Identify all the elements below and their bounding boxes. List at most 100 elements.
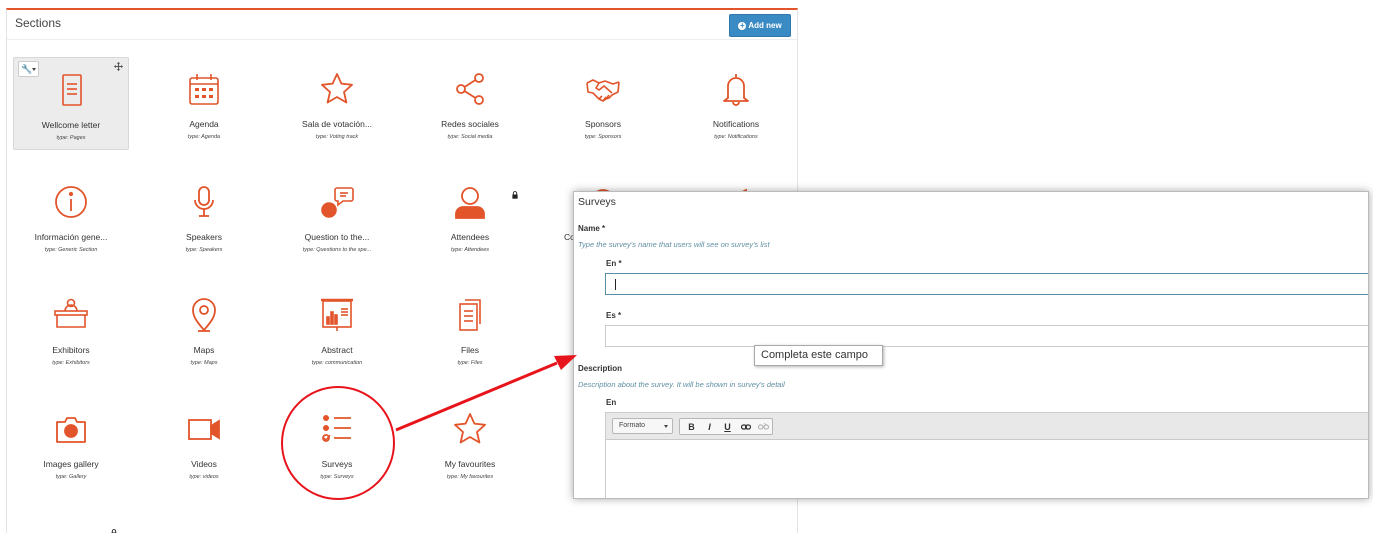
chevron-down-icon (664, 425, 668, 428)
tile-name: Exhibitors (52, 345, 90, 355)
tile-name: My favourites (444, 459, 496, 469)
section-tile-images-gallery[interactable]: Images gallery type: Gallery (13, 397, 129, 490)
surveys-dialog: Surveys Name * Type the survey's name th… (573, 191, 1369, 499)
tile-name: Notifications (712, 119, 760, 129)
editor-toolbar: Formato B I U (606, 413, 1368, 440)
section-tile-agenda[interactable]: Agenda type: Agenda (146, 57, 262, 150)
tile-type: type: Notifications (714, 134, 758, 140)
tile-type: type: Maps (190, 360, 218, 366)
format-select[interactable]: Formato (612, 418, 673, 434)
section-tile-abstract[interactable]: Abstract type: communication (279, 283, 395, 376)
info-icon (53, 184, 89, 220)
name-help-text: Type the survey's name that users will s… (578, 240, 770, 249)
share-icon (452, 71, 488, 107)
tile-name: Attendees (450, 232, 490, 242)
tile-type: type: Gallery (55, 474, 87, 480)
name-es-field[interactable] (606, 326, 1368, 346)
plus-circle-icon: + (738, 20, 747, 30)
tile-name: Videos (191, 459, 217, 469)
tile-name: Question to the... (304, 232, 370, 242)
tile-type: type: Files (457, 360, 483, 366)
name-en-label: En * (606, 259, 622, 268)
section-tile-redes-sociales[interactable]: Redes sociales type: Social media (412, 57, 528, 150)
microphone-icon (186, 184, 222, 220)
unlink-button[interactable] (755, 420, 772, 434)
presentation-icon (319, 297, 355, 333)
editor-body[interactable] (606, 440, 1368, 498)
section-tile-maps[interactable]: Maps type: Maps (146, 283, 262, 376)
add-new-button[interactable]: + Add new (729, 14, 791, 37)
validation-tooltip: Completa este campo (754, 345, 883, 366)
bell-icon (718, 71, 754, 107)
section-tile-my-favourites[interactable]: My favourites type: My favourites (412, 397, 528, 490)
section-tile-question-to-the[interactable]: Question to the... type: Questions to th… (279, 170, 395, 263)
section-tile-sala-de-votacion[interactable]: Sala de votación... type: Voting track (279, 57, 395, 150)
tile-name: Abstract (321, 345, 353, 355)
move-icon[interactable] (114, 62, 123, 71)
dialog-title: Surveys (578, 196, 616, 208)
tile-type: type: Attendees (450, 247, 490, 253)
person-icon (452, 184, 488, 220)
tile-type: type: Pages (56, 135, 86, 141)
files-icon (452, 297, 488, 333)
section-tile-videos[interactable]: Videos type: videos (146, 397, 262, 490)
tile-name: Agenda (189, 119, 219, 129)
section-tile-speakers[interactable]: Speakers type: Speakers (146, 170, 262, 263)
star-icon (452, 411, 488, 447)
section-tile-informacion-general[interactable]: Información gene... type: Generic Sectio… (13, 170, 129, 263)
section-tile-partial[interactable] (13, 510, 129, 533)
tile-name: Sala de votación... (302, 119, 372, 129)
section-tile-notifications[interactable]: Notifications type: Notifications (678, 57, 794, 150)
tile-name: Wellcome letter (41, 120, 101, 130)
panel-title: Sections (15, 16, 62, 30)
name-label: Name * (578, 224, 606, 233)
tile-name: Maps (193, 345, 215, 355)
tile-type: type: Sponsors (584, 134, 622, 140)
tile-type: type: Questions to the spe... (302, 247, 372, 253)
survey-list-icon (319, 411, 355, 447)
section-tile-wellcome-letter[interactable]: 🔧 Wellcome letter type: Pages (13, 57, 129, 150)
handshake-icon (585, 71, 621, 107)
tile-name: Speakers (186, 232, 222, 242)
description-en-label: En (606, 398, 617, 407)
wrench-dropdown-button[interactable]: 🔧 (18, 61, 39, 77)
tile-type: type: communication (311, 360, 363, 366)
tile-type: type: Exhibitors (52, 360, 90, 366)
lock-icon (512, 186, 518, 199)
tile-type: type: Surveys (320, 474, 354, 480)
description-en-editor: Formato B I U (605, 412, 1368, 498)
tile-type: type: Agenda (187, 134, 221, 140)
tile-name: Surveys (321, 459, 353, 469)
tile-type: type: Social media (447, 134, 493, 140)
lock-icon (111, 524, 117, 533)
star-icon (319, 71, 355, 107)
section-tile-sponsors[interactable]: Sponsors type: Sponsors (545, 57, 661, 150)
name-en-field[interactable] (606, 274, 1368, 294)
question-bubble-icon (319, 184, 355, 220)
calendar-icon (186, 71, 222, 107)
description-label: Description (578, 364, 623, 373)
underline-button[interactable]: U (719, 420, 736, 434)
format-button-group: B I U (679, 418, 773, 435)
bold-button[interactable]: B (683, 420, 700, 434)
section-tile-exhibitors[interactable]: Exhibitors type: Exhibitors (13, 283, 129, 376)
tile-type: type: Speakers (185, 247, 223, 253)
name-es-input[interactable] (605, 325, 1368, 347)
unlink-icon (758, 422, 769, 429)
text-cursor (615, 279, 616, 290)
section-tile-attendees[interactable]: Attendees type: Attendees (412, 170, 528, 263)
section-tile-surveys[interactable]: Surveys type: Surveys (279, 397, 395, 490)
tile-name: Redes sociales (441, 119, 499, 129)
name-es-label: Es * (606, 311, 622, 320)
document-icon (54, 72, 90, 108)
wrench-icon: 🔧 (21, 64, 33, 74)
link-button[interactable] (737, 420, 754, 434)
italic-button[interactable]: I (701, 420, 718, 434)
section-tile-files[interactable]: Files type: Files (412, 283, 528, 376)
camera-icon (53, 411, 89, 447)
map-pin-icon (186, 297, 222, 333)
link-icon (740, 423, 751, 430)
name-en-input[interactable] (605, 273, 1368, 295)
tile-type: type: Generic Section (44, 247, 98, 253)
video-camera-icon (186, 411, 222, 447)
